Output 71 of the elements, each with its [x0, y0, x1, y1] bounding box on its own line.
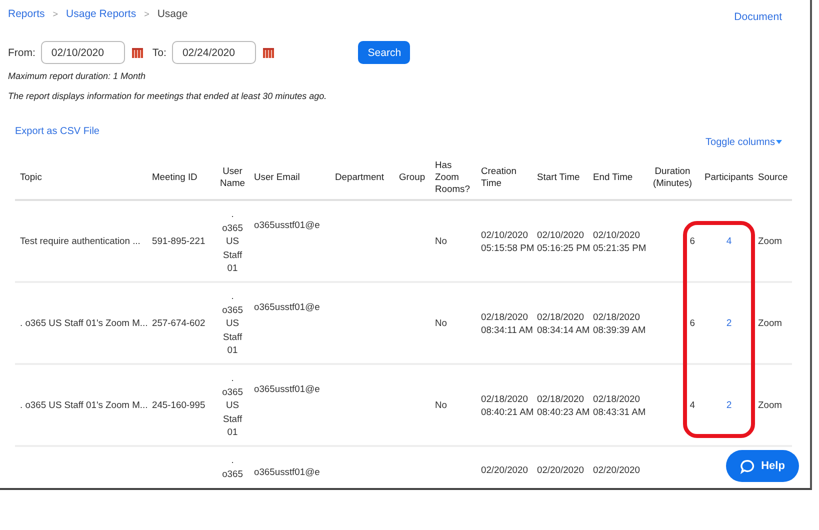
from-label: From:: [8, 46, 36, 58]
table-cell: . o365: [222, 454, 243, 478]
help-button[interactable]: Help: [726, 450, 799, 482]
column-header: Topic: [20, 170, 42, 182]
column-header: Has Zoom Rooms?: [435, 158, 470, 194]
column-header: User Name: [220, 164, 245, 188]
caret-icon: [776, 140, 782, 144]
table-cell: 02/18/2020 08:43:31 AM: [593, 392, 646, 417]
table-cell: 591-895-221: [152, 235, 206, 246]
table-cell: 02/20/2020: [537, 464, 584, 475]
table-cell: 02/18/2020 08:39:39 AM: [593, 310, 646, 335]
table-cell: 6: [690, 235, 695, 246]
table-cell: Test require authentication ...: [20, 235, 140, 246]
to-date-field[interactable]: 02/24/2020: [172, 41, 256, 64]
participants-link[interactable]: 2: [726, 318, 732, 329]
table-cell: 02/10/2020 05:15:58 PM: [481, 228, 534, 253]
table-cell: 02/10/2020 05:21:35 PM: [593, 228, 646, 253]
column-header: Start Time: [537, 170, 580, 182]
report-note: The report displays information for meetings that ended at least 30 minutes ago.: [7, 90, 328, 101]
table-cell: Zoom: [758, 399, 782, 410]
chat-bubble-icon: [740, 458, 756, 474]
table-cell: 02/10/2020 05:16:25 PM: [537, 228, 590, 253]
table-cell: 02/18/2020 08:40:21 AM: [481, 392, 534, 417]
duration-note: Maximum report duration: 1 Month: [7, 70, 147, 81]
column-header: Meeting ID: [152, 170, 198, 182]
table-cell: o365usstf01@e: [254, 219, 320, 230]
table-cell: Zoom: [758, 235, 782, 246]
to-label: To:: [152, 46, 166, 58]
breadcrumb-separator: >: [52, 9, 58, 19]
table-cell: . o365 US Staff 01: [222, 372, 243, 438]
table-cell: 02/20/2020: [481, 464, 528, 475]
column-header: Group: [399, 170, 426, 182]
column-header: Duration (Minutes): [652, 164, 692, 188]
table-cell: o365usstf01@e: [254, 301, 320, 312]
table-cell: o365usstf01@e: [254, 383, 320, 394]
table-cell: Zoom: [758, 317, 782, 328]
participants-link[interactable]: 4: [726, 236, 732, 247]
table-cell: 02/18/2020 08:34:14 AM: [537, 310, 590, 335]
from-date-field[interactable]: 02/10/2020: [41, 41, 126, 64]
table-cell: 245-160-995: [152, 399, 206, 410]
toggle-columns-dropdown[interactable]: Toggle columns: [706, 130, 782, 154]
table-cell: 6: [690, 317, 695, 328]
breadcrumb-separator: >: [144, 9, 150, 19]
table-cell: 257-674-602: [152, 317, 206, 328]
column-header: Source: [758, 170, 788, 182]
column-header: End Time: [593, 170, 633, 182]
export-csv-link[interactable]: Export as CSV File: [15, 126, 100, 154]
table-cell: 02/20/2020: [593, 464, 640, 475]
table-cell: . o365 US Staff 01: [222, 290, 243, 356]
breadcrumb-current: Usage: [157, 8, 188, 20]
table-cell: . o365 US Staff 01's Zoom M...: [20, 399, 148, 410]
table-cell: . o365 US Staff 01: [222, 208, 243, 274]
participants-link[interactable]: 2: [726, 400, 732, 411]
table-cell: 4: [690, 399, 695, 410]
column-header: Department: [335, 170, 384, 182]
table-cell: 02/18/2020 08:34:11 AM: [481, 310, 533, 335]
search-button[interactable]: Search: [358, 41, 410, 64]
table-cell: No: [435, 399, 447, 410]
breadcrumb-link[interactable]: Usage Reports: [66, 8, 136, 20]
table-cell: No: [435, 235, 447, 246]
breadcrumb-link[interactable]: Reports: [8, 8, 45, 20]
table-cell: No: [435, 317, 447, 328]
calendar-icon[interactable]: [132, 48, 144, 58]
column-header: User Email: [254, 170, 300, 182]
table-cell: 02/18/2020 08:40:23 AM: [537, 392, 590, 417]
column-header: Participants: [704, 170, 754, 182]
calendar-icon[interactable]: [263, 48, 274, 58]
table-cell: o365usstf01@e: [254, 466, 320, 477]
column-header: Creation Time: [481, 164, 516, 188]
table-cell: . o365 US Staff 01's Zoom M...: [20, 317, 148, 328]
document-link[interactable]: Document: [734, 11, 782, 23]
